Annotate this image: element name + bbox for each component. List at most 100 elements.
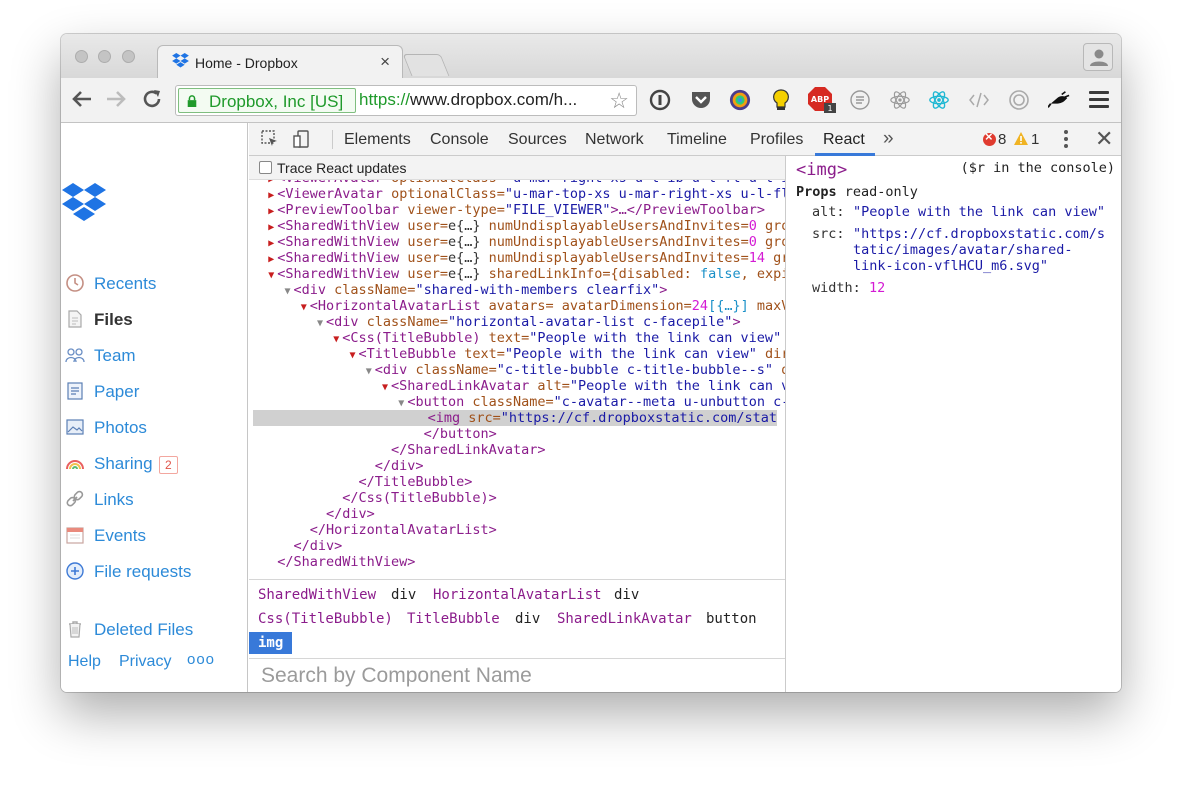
url-text[interactable]: https://www.dropbox.com/h... bbox=[359, 90, 577, 110]
tree-node[interactable]: ▼ <div className="horizontal-avatar-list … bbox=[249, 314, 785, 330]
tree-node[interactable]: ▼ <button className="c-avatar--meta u-unb… bbox=[249, 394, 785, 410]
tree-node[interactable]: </div> bbox=[249, 538, 785, 554]
address-bar[interactable]: Dropbox, Inc [US] https://www.dropbox.co… bbox=[175, 85, 637, 116]
react-devtools-active-icon[interactable] bbox=[928, 89, 950, 111]
pocket-extension-icon[interactable] bbox=[690, 89, 712, 111]
breadcrumb-item[interactable]: SharedWithView bbox=[258, 587, 376, 603]
sidebar-item-team[interactable]: Team bbox=[65, 344, 245, 368]
sidebar-item-deleted-files[interactable]: Deleted Files bbox=[65, 618, 245, 642]
prop-value-alt[interactable]: "People with the link can view" bbox=[853, 204, 1105, 220]
tree-node[interactable]: ▶ <SharedWithView user=e{…} numUndisplaya… bbox=[249, 234, 785, 250]
sidebar-item-links[interactable]: Links bbox=[65, 488, 245, 512]
prop-value-src-cont[interactable]: link-icon-vflHCU_m6.svg" bbox=[853, 258, 1048, 274]
tab-close-icon[interactable]: × bbox=[380, 52, 390, 72]
more-options-icon[interactable]: ooo bbox=[187, 651, 215, 668]
devtools-menu-icon[interactable] bbox=[1064, 130, 1068, 148]
code-extension-icon[interactable] bbox=[968, 89, 990, 111]
react-devtools-grey-icon[interactable] bbox=[889, 89, 911, 111]
reader-extension-icon[interactable] bbox=[849, 89, 871, 111]
inspect-element-icon[interactable] bbox=[261, 130, 279, 148]
ev-certificate-badge[interactable]: Dropbox, Inc [US] bbox=[178, 88, 356, 113]
prop-value-src[interactable]: "https://cf.dropboxstatic.com/s bbox=[853, 226, 1105, 242]
tree-node[interactable]: ▶ <PreviewToolbar viewer-type="FILE_VIEWE… bbox=[249, 202, 785, 218]
tree-node-selected[interactable]: <img src="https://cf.dropboxstatic.com/s… bbox=[253, 410, 777, 426]
sidebar-item-photos[interactable]: Photos bbox=[65, 416, 245, 440]
warning-count[interactable]: 1 bbox=[1031, 131, 1039, 148]
tree-node[interactable]: ▼ <HorizontalAvatarList avatars= avatarDi… bbox=[249, 298, 785, 314]
tree-node[interactable]: </TitleBubble> bbox=[249, 474, 785, 490]
breadcrumb-item[interactable]: TitleBubble bbox=[407, 611, 500, 627]
sidebar-item-recents[interactable]: Recents bbox=[65, 272, 245, 296]
tree-node[interactable]: ▼ <SharedWithView user=e{…} sharedLinkInf… bbox=[249, 266, 785, 282]
reload-button[interactable] bbox=[139, 86, 165, 112]
tree-node[interactable]: ▼ <div className="shared-with-members cle… bbox=[249, 282, 785, 298]
sidebar-item-paper[interactable]: Paper bbox=[65, 380, 245, 404]
tree-node[interactable]: ▶ <ViewerAvatar optionalClass="u-mar-top-… bbox=[249, 186, 785, 202]
breadcrumb-item[interactable]: div bbox=[391, 587, 416, 603]
component-tree[interactable]: ▶<ViewerAvatar optionalClass="u-mar-righ… bbox=[249, 180, 785, 579]
sidebar-item-sharing[interactable]: Sharing 2 bbox=[65, 452, 245, 476]
tree-node[interactable]: </div> bbox=[249, 506, 785, 522]
tree-node[interactable]: </Css(TitleBubble)> bbox=[249, 490, 785, 506]
back-button[interactable] bbox=[69, 86, 95, 112]
browser-tab[interactable]: Home - Dropbox × bbox=[157, 45, 403, 78]
zoom-window-button[interactable] bbox=[122, 50, 135, 63]
close-window-button[interactable] bbox=[75, 50, 88, 63]
breadcrumb-item[interactable]: button bbox=[706, 611, 757, 627]
breadcrumb-item[interactable]: SharedLinkAvatar bbox=[557, 611, 692, 627]
tab-profiles[interactable]: Profiles bbox=[750, 131, 803, 149]
breadcrumb-selected[interactable]: img bbox=[249, 632, 293, 654]
tree-node[interactable]: </button> bbox=[249, 426, 785, 442]
tab-network[interactable]: Network bbox=[585, 131, 644, 149]
plug-extension-icon[interactable] bbox=[1048, 89, 1070, 111]
tree-node[interactable]: </div> bbox=[249, 458, 785, 474]
tree-node[interactable]: ▼ <Css(TitleBubble) text="People with the… bbox=[249, 330, 785, 346]
tab-elements[interactable]: Elements bbox=[344, 131, 411, 149]
error-count[interactable]: 8 bbox=[998, 131, 1006, 148]
warning-icon[interactable] bbox=[1014, 132, 1028, 145]
privacy-link[interactable]: Privacy bbox=[119, 653, 171, 671]
component-search-input[interactable] bbox=[261, 664, 771, 688]
tab-sources[interactable]: Sources bbox=[508, 131, 567, 149]
forward-button[interactable] bbox=[103, 86, 129, 112]
adblock-plus-extension-icon[interactable]: ABP 1 bbox=[808, 87, 836, 113]
tab-timeline[interactable]: Timeline bbox=[667, 131, 727, 149]
tree-node[interactable]: </SharedLinkAvatar> bbox=[249, 442, 785, 458]
prop-value-src-cont[interactable]: tatic/images/avatar/shared- bbox=[853, 242, 1072, 258]
minimize-window-button[interactable] bbox=[98, 50, 111, 63]
tree-node[interactable]: ▼ <div className="c-title-bubble c-title-… bbox=[249, 362, 785, 378]
prop-value-width[interactable]: 12 bbox=[869, 280, 885, 296]
sidebar-item-files[interactable]: Files bbox=[65, 308, 245, 332]
more-tabs-icon[interactable]: » bbox=[883, 128, 894, 150]
sidebar-item-events[interactable]: Events bbox=[65, 524, 245, 548]
profile-button[interactable] bbox=[1083, 43, 1113, 71]
tree-node[interactable]: </HorizontalAvatarList> bbox=[249, 522, 785, 538]
tab-react[interactable]: React bbox=[823, 131, 865, 149]
target-extension-icon[interactable] bbox=[1008, 89, 1030, 111]
colorpick-extension-icon[interactable] bbox=[729, 89, 751, 111]
tree-node[interactable]: ▼ <TitleBubble text="People with the link… bbox=[249, 346, 785, 362]
breadcrumb-item[interactable]: HorizontalAvatarList bbox=[433, 587, 602, 603]
error-icon[interactable] bbox=[983, 129, 996, 146]
browser-menu-icon[interactable] bbox=[1089, 91, 1109, 108]
one-password-extension-icon[interactable] bbox=[649, 89, 671, 111]
breadcrumb-item[interactable]: div bbox=[515, 611, 540, 627]
tree-node[interactable]: ▼ <SharedLinkAvatar alt="People with the … bbox=[249, 378, 785, 394]
trace-react-updates-checkbox[interactable] bbox=[259, 161, 272, 174]
breadcrumb-item[interactable]: Css(TitleBubble) bbox=[258, 611, 393, 627]
tree-node[interactable]: ▶ <SharedWithView user=e{…} numUndisplaya… bbox=[249, 218, 785, 234]
sidebar-item-file-requests[interactable]: File requests bbox=[65, 560, 245, 584]
svg-text:ABP: ABP bbox=[811, 95, 829, 104]
trace-react-updates-label[interactable]: Trace React updates bbox=[277, 160, 406, 176]
device-toolbar-icon[interactable] bbox=[293, 130, 311, 148]
devtools-close-icon[interactable]: ✕ bbox=[1095, 126, 1113, 152]
help-link[interactable]: Help bbox=[68, 653, 101, 671]
breadcrumb-item[interactable]: div bbox=[614, 587, 639, 603]
dropbox-logo-icon[interactable] bbox=[62, 183, 106, 225]
tab-console[interactable]: Console bbox=[430, 131, 489, 149]
tree-node[interactable]: ▶ <SharedWithView user=e{…} numUndisplaya… bbox=[249, 250, 785, 266]
lightbulb-extension-icon[interactable] bbox=[770, 89, 792, 111]
new-tab-button[interactable] bbox=[402, 54, 450, 76]
tree-node[interactable]: </SharedWithView> bbox=[249, 554, 785, 570]
bookmark-star-icon[interactable]: ☆ bbox=[609, 88, 629, 114]
